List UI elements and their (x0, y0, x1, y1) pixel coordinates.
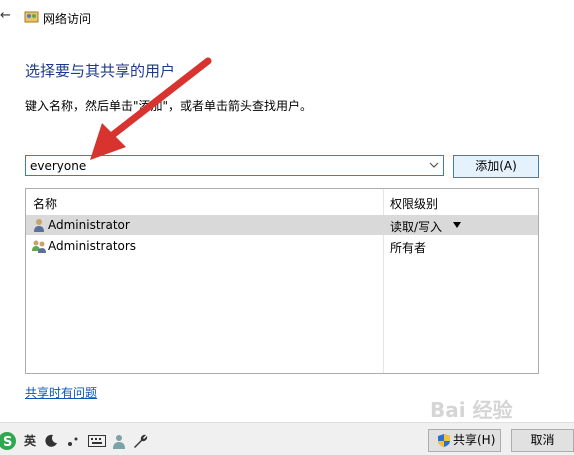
user-profile-icon[interactable] (112, 433, 126, 449)
add-button[interactable]: 添加(A) (453, 155, 539, 178)
ime-mode-label[interactable]: 英 (24, 432, 36, 449)
keyboard-icon[interactable] (88, 435, 106, 447)
user-name: Administrators (48, 239, 137, 253)
uac-shield-icon (438, 434, 450, 447)
column-header-permission[interactable]: 权限级别 (390, 195, 438, 212)
window-title: 网络访问 (43, 12, 92, 26)
network-access-icon (24, 11, 39, 23)
ime-toolbar[interactable]: S 英 (0, 430, 160, 454)
wrench-icon[interactable] (132, 433, 148, 449)
user-permission-list[interactable]: 名称 权限级别 Administrator 读取/写入 Administrato… (25, 188, 539, 374)
share-button-label: 共享(H) (453, 433, 496, 447)
cancel-button[interactable]: 取消 (511, 429, 574, 452)
moon-icon[interactable] (44, 434, 58, 448)
column-header-name[interactable]: 名称 (33, 195, 57, 212)
back-icon[interactable]: ← (0, 8, 11, 23)
punctuation-icon[interactable] (66, 434, 80, 448)
user-icon (34, 219, 44, 232)
svg-text:S: S (3, 435, 12, 450)
permission-level: 所有者 (390, 241, 427, 255)
permission-level[interactable]: 读取/写入 (390, 218, 442, 235)
list-row-administrator[interactable]: Administrator 读取/写入 (26, 215, 538, 235)
baidu-watermark-logo: Bai 经验 (430, 398, 513, 422)
annotation-arrow (90, 57, 212, 160)
chevron-down-icon[interactable] (429, 160, 439, 170)
user-name-value: everyone (30, 159, 87, 173)
user-name: Administrator (48, 218, 130, 232)
watermark-text: Bai 经验 (430, 398, 513, 422)
sogou-logo-icon[interactable]: S (0, 430, 18, 452)
permission-dropdown-icon[interactable] (453, 222, 461, 228)
list-row-administrators[interactable]: Administrators 所有者 (26, 236, 538, 256)
share-button[interactable]: 共享(H) (428, 429, 501, 452)
sharing-help-link[interactable]: 共享时有问题 (25, 384, 97, 401)
group-users-icon (32, 240, 46, 253)
